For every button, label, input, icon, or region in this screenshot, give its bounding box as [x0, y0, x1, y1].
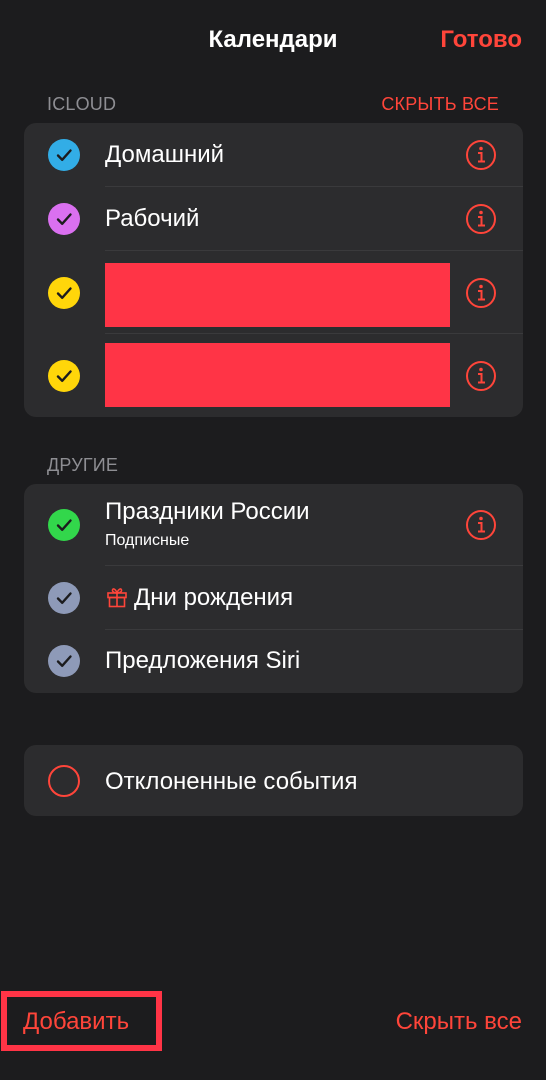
info-icon[interactable] — [465, 203, 497, 235]
checkmark-circle-icon[interactable] — [48, 203, 80, 235]
calendar-label: Предложения Siri — [105, 647, 301, 674]
checkmark-circle-icon[interactable] — [48, 509, 80, 541]
icloud-calendar-list: Домашний Рабочий — [24, 123, 523, 417]
calendar-label: Праздники России — [105, 498, 310, 525]
gift-icon — [106, 586, 128, 608]
checkmark-circle-icon[interactable] — [48, 139, 80, 171]
calendar-row-siri-suggestions[interactable]: Предложения Siri — [24, 630, 523, 693]
declined-events-list: Отклоненные события — [24, 745, 523, 816]
calendar-row-redacted[interactable] — [24, 334, 523, 417]
hide-all-icloud-button[interactable]: СКРЫТЬ ВСЕ — [381, 94, 499, 115]
calendar-label: Рабочий — [105, 205, 200, 232]
info-icon[interactable] — [465, 509, 497, 541]
redacted-label — [105, 343, 450, 407]
redacted-label — [105, 263, 450, 327]
info-icon[interactable] — [465, 277, 497, 309]
checkmark-circle-icon[interactable] — [48, 360, 80, 392]
info-icon[interactable] — [465, 360, 497, 392]
declined-events-label: Отклоненные события — [105, 768, 358, 795]
checkmark-circle-icon[interactable] — [48, 277, 80, 309]
calendar-row-home[interactable]: Домашний — [24, 123, 523, 187]
info-icon[interactable] — [465, 139, 497, 171]
section-header-other: ДРУГИЕ — [47, 455, 499, 476]
calendar-row-birthdays[interactable]: Дни рождения — [24, 566, 523, 630]
calendar-row-work[interactable]: Рабочий — [24, 187, 523, 251]
calendar-row-redacted[interactable] — [24, 251, 523, 334]
hide-all-button[interactable]: Скрыть все — [396, 1008, 522, 1036]
calendar-label: Дни рождения — [134, 584, 294, 611]
declined-events-row[interactable]: Отклоненные события — [24, 745, 523, 816]
empty-circle-icon[interactable] — [48, 765, 80, 797]
section-title: ICLOUD — [47, 94, 117, 114]
calendar-label: Домашний — [105, 141, 225, 168]
calendar-sublabel: Подписные — [105, 532, 190, 549]
done-button[interactable]: Готово — [440, 26, 522, 54]
checkmark-circle-icon[interactable] — [48, 582, 80, 614]
calendar-row-holidays[interactable]: Праздники России Подписные — [24, 484, 523, 566]
section-title: ДРУГИЕ — [47, 455, 119, 475]
section-header-icloud: ICLOUD СКРЫТЬ ВСЕ — [47, 94, 499, 115]
add-calendar-button[interactable]: Добавить — [23, 1008, 129, 1036]
checkmark-circle-icon[interactable] — [48, 645, 80, 677]
other-calendar-list: Праздники России Подписные Дни рождения … — [24, 484, 523, 693]
